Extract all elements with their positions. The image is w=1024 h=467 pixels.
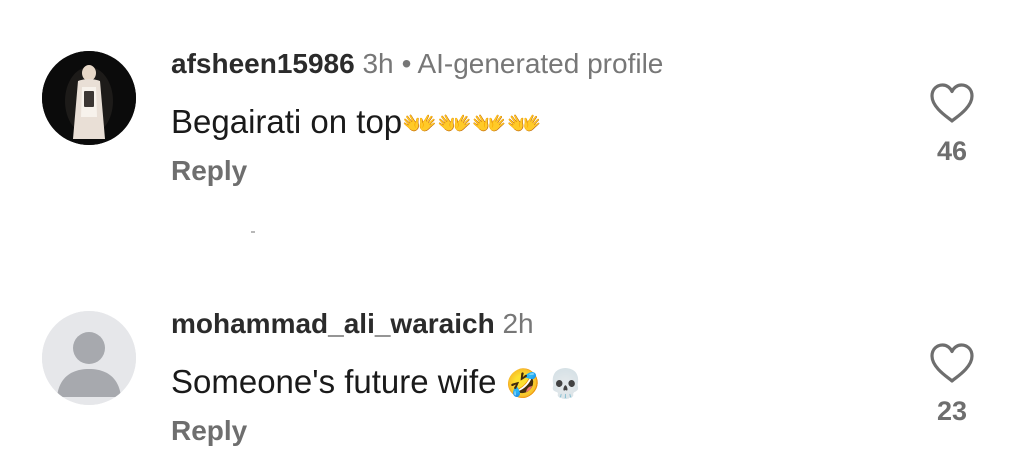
comment-emojis: 👐👐👐👐 bbox=[402, 108, 542, 139]
comment-body: Someone's future wife bbox=[171, 363, 497, 400]
comment-item: afsheen15986 3h • AI-generated profile Beg… bbox=[0, 40, 1024, 200]
comments-page: afsheen15986 3h • AI-generated profile Beg… bbox=[0, 0, 1024, 467]
comment-text: Someone's future wife 🤣 💀 bbox=[171, 360, 583, 406]
separator-dot: • bbox=[401, 48, 412, 79]
avatar-photo bbox=[42, 51, 136, 145]
like-section: 46 bbox=[924, 82, 980, 166]
comment-text: Begairati on top👐👐👐👐 bbox=[171, 100, 542, 146]
like-count: 23 bbox=[936, 396, 968, 426]
username[interactable]: mohammad_ali_waraich bbox=[171, 308, 495, 339]
reply-button[interactable]: Reply bbox=[171, 413, 247, 449]
timestamp: 3h bbox=[362, 48, 394, 79]
reply-button[interactable]: Reply bbox=[171, 153, 247, 189]
divider-mark bbox=[251, 231, 255, 233]
like-section: 23 bbox=[924, 342, 980, 426]
ai-generated-badge: AI-generated profile bbox=[417, 48, 664, 79]
avatar[interactable] bbox=[42, 311, 136, 405]
username[interactable]: afsheen15986 bbox=[171, 48, 355, 79]
timestamp: 2h bbox=[502, 308, 534, 339]
comment-emojis: 🤣 💀 bbox=[505, 368, 584, 399]
heart-outline-icon[interactable] bbox=[929, 82, 975, 124]
comment-meta: mohammad_ali_waraich 2h bbox=[171, 306, 534, 342]
comment-body: Begairati on top bbox=[171, 103, 403, 140]
like-count: 46 bbox=[936, 136, 968, 166]
heart-outline-icon[interactable] bbox=[929, 342, 975, 384]
person-silhouette-icon bbox=[42, 311, 136, 405]
comment-meta: afsheen15986 3h • AI-generated profile bbox=[171, 46, 663, 82]
avatar[interactable] bbox=[42, 51, 136, 145]
comment-item: mohammad_ali_waraich 2h Someone's future… bbox=[0, 300, 1024, 460]
